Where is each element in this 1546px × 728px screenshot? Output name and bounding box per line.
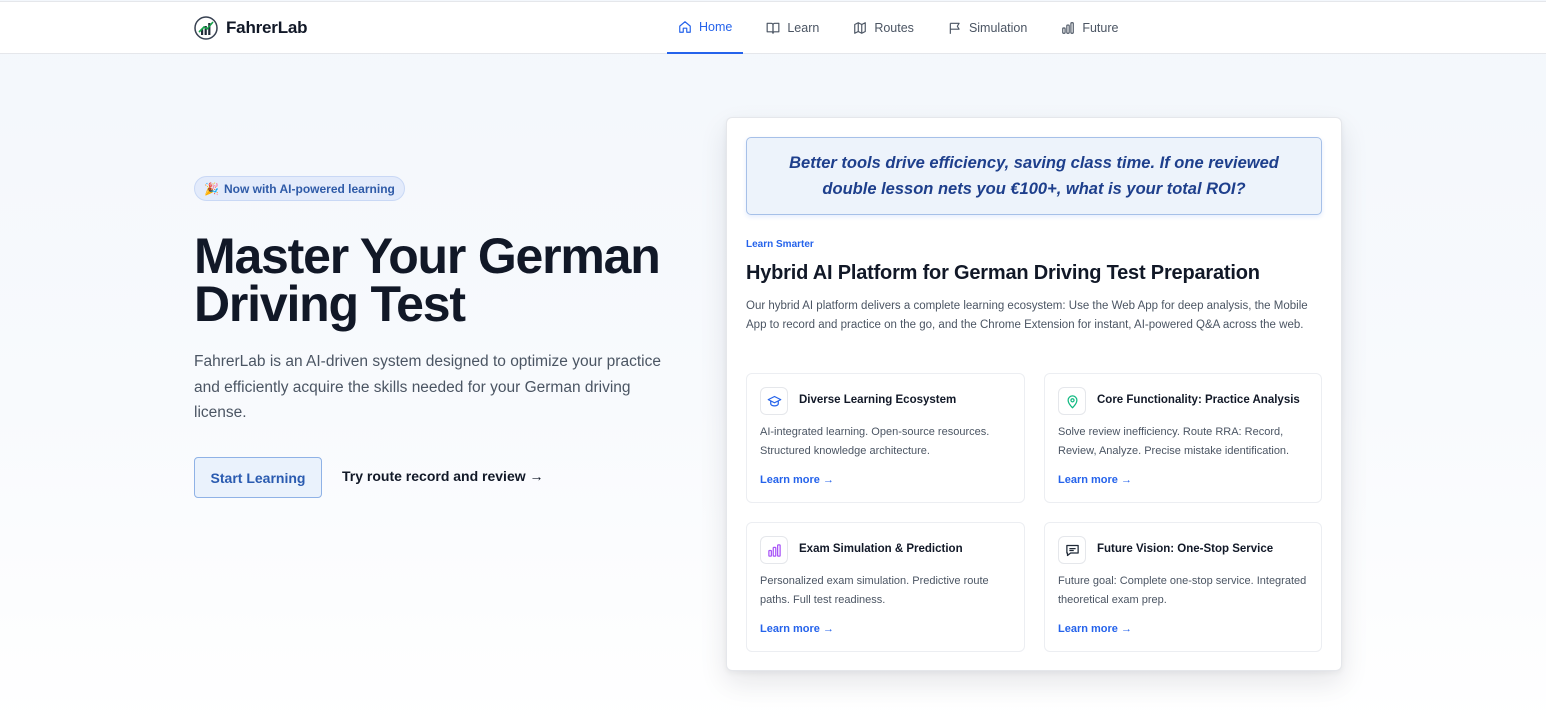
learn-more-link[interactable]: Learn more → bbox=[1058, 623, 1132, 635]
nav-simulation-label: Simulation bbox=[968, 21, 1028, 35]
nav-future-label: Future bbox=[1082, 21, 1119, 35]
graduation-cap-icon bbox=[767, 395, 781, 406]
platform-card: Better tools drive efficiency, saving cl… bbox=[726, 117, 1342, 671]
nav-future[interactable]: Future bbox=[1050, 2, 1129, 54]
map-icon bbox=[854, 22, 867, 34]
map-pin-icon bbox=[1067, 394, 1077, 408]
feature-exam-simulation: Exam Simulation & Prediction Personalize… bbox=[746, 522, 1025, 652]
nav-routes[interactable]: Routes bbox=[842, 2, 925, 54]
feature-icon-box bbox=[1058, 387, 1086, 415]
party-icon: 🎉 bbox=[204, 181, 219, 196]
card-title: Hybrid AI Platform for German Driving Te… bbox=[746, 262, 1260, 284]
feature-description: Solve review inefficiency. Route RRA: Re… bbox=[1058, 426, 1290, 457]
card-eyebrow: Learn Smarter bbox=[746, 239, 814, 250]
brand-name: FahrerLab bbox=[226, 18, 308, 37]
ai-badge: 🎉 Now with AI-powered learning bbox=[194, 176, 405, 201]
nav-home[interactable]: Home bbox=[667, 2, 744, 54]
feature-icon-box bbox=[760, 536, 788, 564]
roi-quote: Better tools drive efficiency, saving cl… bbox=[746, 137, 1322, 215]
brand[interactable]: FahrerLab bbox=[194, 16, 308, 40]
feature-title: Core Functionality: Practice Analysis bbox=[1097, 394, 1300, 406]
feature-title: Exam Simulation & Prediction bbox=[799, 543, 963, 555]
nav-learn-label: Learn bbox=[787, 21, 820, 35]
nav-home-label: Home bbox=[699, 20, 733, 34]
feature-learning-ecosystem: Diverse Learning Ecosystem AI-integrated… bbox=[746, 373, 1025, 503]
feature-title: Diverse Learning Ecosystem bbox=[799, 394, 957, 406]
learn-more-link[interactable]: Learn more → bbox=[760, 623, 834, 635]
nav-simulation[interactable]: Simulation bbox=[937, 2, 1038, 54]
hero-description: FahrerLab is an AI-driven system designe… bbox=[194, 353, 661, 421]
nav-routes-label: Routes bbox=[874, 21, 914, 35]
feature-description: Future goal: Complete one-stop service. … bbox=[1058, 575, 1307, 606]
book-icon bbox=[766, 22, 780, 34]
feature-description: AI-integrated learning. Open-source reso… bbox=[760, 426, 990, 457]
feature-practice-analysis: Core Functionality: Practice Analysis So… bbox=[1044, 373, 1322, 503]
ai-badge-label: Now with AI-powered learning bbox=[223, 181, 395, 196]
top-navbar: FahrerLab Home Learn Routes Simulation F… bbox=[0, 1, 1546, 54]
main-nav: Home Learn Routes Simulation Future bbox=[667, 2, 1141, 54]
feature-future-vision: Future Vision: One-Stop Service Future g… bbox=[1044, 522, 1322, 652]
nav-learn[interactable]: Learn bbox=[755, 2, 830, 54]
bar-chart-icon bbox=[1062, 22, 1075, 34]
card-description: Our hybrid AI platform delivers a comple… bbox=[746, 300, 1308, 331]
hero-title-line-2: Driving Test bbox=[194, 276, 466, 332]
home-icon bbox=[679, 21, 691, 33]
feature-title: Future Vision: One-Stop Service bbox=[1097, 543, 1274, 555]
feature-icon-box bbox=[760, 387, 788, 415]
chart-logo-icon bbox=[194, 16, 218, 40]
message-icon bbox=[1065, 544, 1079, 556]
learn-more-link[interactable]: Learn more → bbox=[760, 474, 834, 486]
route-review-link[interactable]: Try route record and review → bbox=[342, 468, 544, 484]
feature-description: Personalized exam simulation. Predictive… bbox=[760, 575, 989, 606]
feature-icon-box bbox=[1058, 536, 1086, 564]
start-learning-button[interactable]: Start Learning bbox=[194, 457, 322, 498]
flag-icon bbox=[949, 22, 960, 34]
learn-more-link[interactable]: Learn more → bbox=[1058, 474, 1132, 486]
bar-chart-icon bbox=[767, 543, 781, 557]
hero-title: Master Your German Driving Test bbox=[194, 231, 694, 329]
